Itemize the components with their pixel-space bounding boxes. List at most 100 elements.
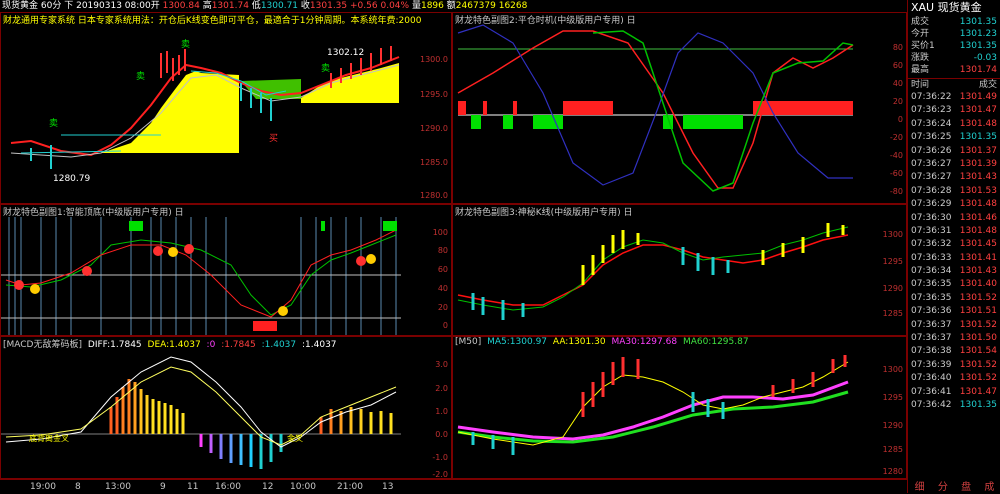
quote-value: 1301.74 xyxy=(959,65,997,75)
sub3-pane[interactable]: 财龙特色副图3:神秘K线(中级版用户专用) 日 1300 1295 1290 1… xyxy=(452,204,907,336)
sub1-axis-5: 0 xyxy=(442,321,448,330)
tick-row: 07:36:42 1301.35 xyxy=(908,399,1000,412)
sub1-axis-1: 80 xyxy=(437,246,448,255)
tick-price: 1301.49 xyxy=(959,92,997,102)
quote-value: 1301.35 xyxy=(959,41,997,51)
high-label: 高 xyxy=(202,1,212,11)
time-tick-8: 21:00 xyxy=(337,482,363,492)
side-header: XAU 现货黄金 xyxy=(908,0,1000,16)
tick-time: 07:36:32 xyxy=(911,239,952,250)
tick-time: 07:36:27 xyxy=(911,158,952,169)
sub1-pane[interactable]: 财龙特色副图1:智能顶底(中级版用户专用) 日 100 80 60 40 20 … xyxy=(0,204,452,336)
sell-marker-1: 卖 xyxy=(49,118,58,129)
tick-price: 1301.48 xyxy=(959,199,997,210)
tick-row: 07:36:23 1301.47 xyxy=(908,104,1000,117)
ma-axis-3: 1285 xyxy=(882,445,903,454)
tab-minute[interactable]: 分 xyxy=(938,478,948,493)
quote-row: 最高 1301.74 xyxy=(908,64,1000,76)
sub2-pane[interactable]: 财龙特色副图2:平仓时机(中级版用户专用) 日 80 60 40 20 0 -2… xyxy=(452,12,907,204)
tick-price: 1301.52 xyxy=(959,359,997,370)
macd-neg-bars xyxy=(199,434,283,469)
tick-price: 1301.41 xyxy=(959,252,997,263)
tick-header: 时间 成交 xyxy=(908,78,1000,91)
tick-price: 1301.43 xyxy=(959,172,997,183)
main-chart-svg: 卖 卖 卖 卖 买 1302.12 1280.79 xyxy=(10,39,400,184)
tick-time: 07:36:31 xyxy=(911,225,952,236)
sub1-red-block xyxy=(253,321,277,331)
sub2-axis-8: -80 xyxy=(889,187,903,196)
tick-price: 1301.52 xyxy=(959,319,997,330)
tick-time: 07:36:39 xyxy=(911,359,952,370)
low-price-label: 1280.79 xyxy=(53,174,90,184)
sub2-green-bars xyxy=(471,115,743,129)
tick-time: 07:36:41 xyxy=(911,386,952,397)
tick-time: 07:36:29 xyxy=(911,199,952,210)
time-tick-5: 16:00 xyxy=(215,482,241,492)
sub1-red-curve xyxy=(5,229,397,318)
tick-header-time: 时间 xyxy=(911,80,930,90)
tick-time: 07:36:40 xyxy=(911,373,952,384)
ma-axis-4: 1280 xyxy=(882,467,903,476)
quote-side-panel: XAU 现货黄金 成交 1301.35 今开 1301.23 买价1 1301.35 … xyxy=(907,0,1000,493)
tab-detail[interactable]: 细 xyxy=(915,478,925,493)
quote-row: 买价1 1301.35 xyxy=(908,40,1000,52)
sub1-axis-0: 100 xyxy=(432,228,448,237)
time-tick-1: 8 xyxy=(75,482,81,492)
sub2-axis-4: 0 xyxy=(897,115,903,124)
macd-pane[interactable]: [MACD无敌筹码板] DIFF:1.7845 DEA:1.4037 :0 :1… xyxy=(0,336,452,479)
sub1-axis-4: 20 xyxy=(437,303,448,312)
ma-axis-2: 1290 xyxy=(882,421,903,430)
tick-list[interactable]: 07:36:22 1301.49 07:36:23 1301.47 07:36:24 13… xyxy=(908,91,1000,412)
sub3-svg xyxy=(457,223,849,320)
tick-price: 1301.35 xyxy=(959,132,997,143)
ma-axis-1: 1295 xyxy=(882,393,903,402)
tick-price: 1301.45 xyxy=(959,239,997,250)
tick-price: 1301.52 xyxy=(959,373,997,384)
tick-time: 07:36:24 xyxy=(911,118,952,129)
tick-row: 07:36:39 1301.52 xyxy=(908,359,1000,372)
tick-row: 07:36:41 1301.47 xyxy=(908,386,1000,399)
tick-time: 07:36:26 xyxy=(911,145,952,156)
tick-price: 1301.48 xyxy=(959,118,997,129)
main-axis-4: 1280.0 xyxy=(420,191,448,200)
macd-axis-5: -2.0 xyxy=(432,470,448,479)
sub1-dots xyxy=(14,244,376,316)
amount-label: 额 xyxy=(446,1,456,11)
close-value: 1301.35 xyxy=(309,1,348,11)
tick-price: 1301.53 xyxy=(959,185,997,196)
main-axis-0: 1300.0 xyxy=(420,55,448,64)
tab-trades[interactable]: 成 xyxy=(984,478,994,493)
sub2-axis-2: 40 xyxy=(892,79,903,88)
tick-row: 07:36:35 1301.40 xyxy=(908,278,1000,291)
quote-label: 今开 xyxy=(911,29,930,39)
time-tick-3: 9 xyxy=(160,482,166,492)
main-chart-pane[interactable]: 财龙通用专家系统 日本专家系统用法：开仓后K线变色即可平仓，最適合于1分钟周期。… xyxy=(0,12,452,204)
tick-row: 07:36:30 1301.46 xyxy=(908,212,1000,225)
tick-time: 07:36:35 xyxy=(911,292,952,303)
tick-row: 07:36:32 1301.45 xyxy=(908,238,1000,251)
sub2-axis-5: -20 xyxy=(889,133,903,142)
high-value: 1301.74 xyxy=(211,1,249,11)
tick-price: 1301.54 xyxy=(959,346,997,357)
tab-book[interactable]: 盘 xyxy=(961,478,971,493)
sub2-axis-1: 60 xyxy=(892,61,903,70)
sub2-axis-7: -60 xyxy=(889,169,903,178)
extra-value: 16268 xyxy=(498,1,528,11)
quote-label: 买价1 xyxy=(911,41,935,51)
sub2-axis-6: -40 xyxy=(889,151,903,160)
tick-time: 07:36:35 xyxy=(911,279,952,290)
tick-price: 1301.39 xyxy=(959,158,997,169)
quote-value: 1301.35 xyxy=(959,17,997,27)
sub2-axis-0: 80 xyxy=(892,43,903,52)
tick-row: 07:36:31 1301.48 xyxy=(908,225,1000,238)
sub3-axis-0: 1300 xyxy=(882,230,903,239)
amount-value: 2467379 xyxy=(455,1,496,11)
quote-label: 成交 xyxy=(911,17,930,27)
sell-marker-4: 卖 xyxy=(321,63,330,74)
direction: 下 xyxy=(64,1,74,11)
tick-row: 07:36:24 1301.48 xyxy=(908,118,1000,131)
ma-axis-0: 1300 xyxy=(882,365,903,374)
sell-marker-2: 卖 xyxy=(136,71,145,82)
ma-pane[interactable]: [M50] MA5:1300.97 AA:1301.30 MA30:1297.6… xyxy=(452,336,907,479)
side-code: XAU xyxy=(911,1,935,14)
